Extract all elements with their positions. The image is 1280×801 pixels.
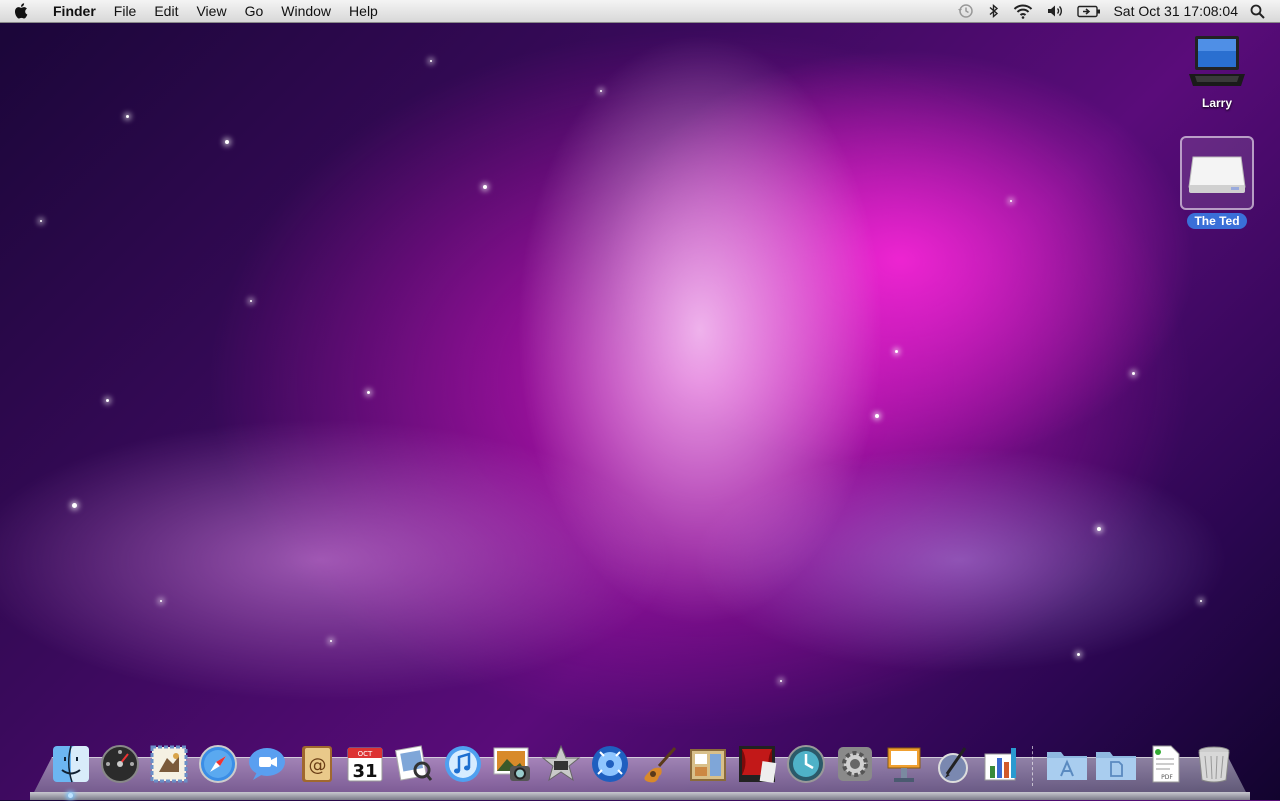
- battery-icon[interactable]: [1077, 0, 1101, 22]
- dock-iweb-icon[interactable]: [686, 742, 730, 786]
- dock-imovie-icon[interactable]: [539, 742, 583, 786]
- external-drive-icon: [1188, 156, 1246, 193]
- dock-shelf-edge: [30, 792, 1250, 800]
- dock-finder-icon[interactable]: [49, 742, 93, 798]
- menu-edit[interactable]: Edit: [145, 0, 187, 22]
- dock-system-preferences-icon[interactable]: [833, 742, 877, 786]
- apple-menu-icon[interactable]: [0, 0, 44, 22]
- menubar-clock[interactable]: Sat Oct 31 17:08:04: [1108, 0, 1243, 22]
- time-machine-icon[interactable]: [957, 0, 975, 22]
- dock-garageband-icon[interactable]: [637, 742, 681, 786]
- menu-help[interactable]: Help: [340, 0, 387, 22]
- laptop-icon: [1189, 36, 1245, 86]
- spotlight-search-icon[interactable]: [1250, 0, 1265, 22]
- svg-text:PDF: PDF: [1161, 774, 1173, 781]
- dock-applications-folder-icon[interactable]: [1045, 742, 1089, 786]
- starfield-background: [0, 0, 1280, 800]
- svg-text:@: @: [308, 755, 326, 776]
- bluetooth-icon[interactable]: [989, 0, 999, 22]
- dock-pdf-document-icon[interactable]: PDF: [1143, 742, 1187, 786]
- svg-text:OCT: OCT: [357, 750, 372, 758]
- dock-idvd-icon[interactable]: [588, 742, 632, 786]
- desktop-icon-larry[interactable]: Larry: [1177, 32, 1257, 112]
- dock-iphoto-icon[interactable]: [490, 742, 534, 786]
- dock-numbers-icon[interactable]: [980, 742, 1024, 786]
- menu-view[interactable]: View: [187, 0, 235, 22]
- dock-trash-icon[interactable]: [1192, 742, 1236, 786]
- dock-documents-folder-icon[interactable]: [1094, 742, 1138, 786]
- svg-text:31: 31: [352, 761, 377, 782]
- desktop-icon-the-ted[interactable]: The Ted: [1177, 136, 1257, 230]
- wifi-icon[interactable]: [1013, 0, 1033, 22]
- desktop-icon-label: Larry: [1201, 96, 1233, 110]
- menu-app-name[interactable]: Finder: [44, 0, 105, 22]
- dock-mail-icon[interactable]: [147, 742, 191, 786]
- dock-front-row-icon[interactable]: [735, 742, 779, 786]
- dock-itunes-icon[interactable]: [441, 742, 485, 786]
- dock-preview-icon[interactable]: [392, 742, 436, 786]
- menu-window[interactable]: Window: [272, 0, 340, 22]
- dock-dashboard-icon[interactable]: [98, 742, 142, 786]
- dock-safari-icon[interactable]: [196, 742, 240, 786]
- selection-highlight: [1180, 136, 1254, 210]
- dock-ical-icon[interactable]: OCT 31: [343, 742, 387, 786]
- menu-bar: Finder File Edit View Go Window Help Sat…: [0, 0, 1280, 23]
- dock-time-machine-icon[interactable]: [784, 742, 828, 786]
- menu-go[interactable]: Go: [236, 0, 273, 22]
- dock: @ OCT 31 PDF: [46, 736, 1238, 798]
- dock-keynote-icon[interactable]: [882, 742, 926, 786]
- dock-ichat-icon[interactable]: [245, 742, 289, 786]
- dock-pages-icon[interactable]: [931, 742, 975, 786]
- desktop-icon-label: The Ted: [1187, 213, 1247, 229]
- volume-icon[interactable]: [1047, 0, 1063, 22]
- menu-file[interactable]: File: [105, 0, 146, 22]
- dock-separator: [1032, 746, 1036, 786]
- dock-address-book-icon[interactable]: @: [294, 742, 338, 786]
